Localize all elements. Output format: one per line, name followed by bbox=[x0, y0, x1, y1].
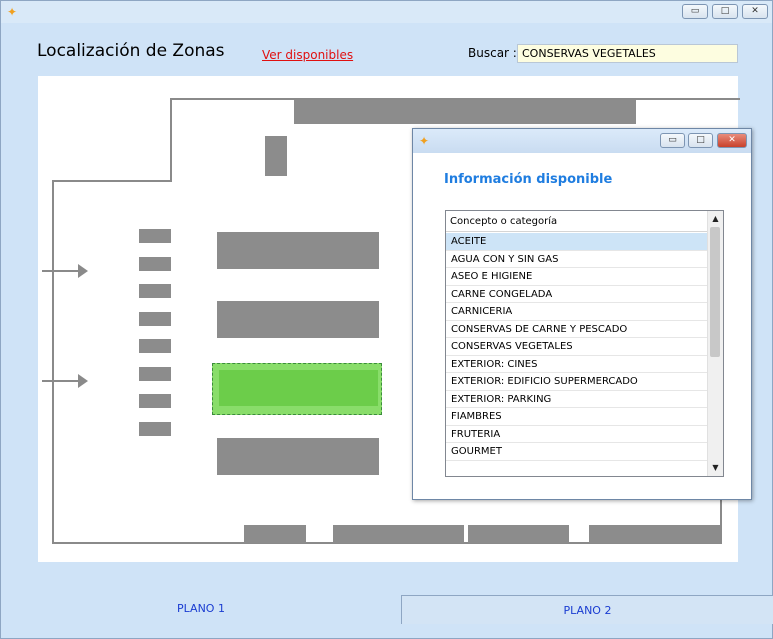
search-input[interactable] bbox=[517, 44, 738, 63]
list-item[interactable]: GOURMET bbox=[446, 443, 707, 461]
checkout-block[interactable] bbox=[139, 312, 171, 326]
list-item[interactable]: EXTERIOR: PARKING bbox=[446, 391, 707, 408]
ver-disponibles-link[interactable]: Ver disponibles bbox=[262, 48, 353, 62]
minimize-button[interactable]: ▭ bbox=[682, 4, 708, 19]
aisle-block[interactable] bbox=[217, 301, 379, 338]
popup-heading: Información disponible bbox=[444, 172, 613, 187]
list-item[interactable]: CARNICERIA bbox=[446, 303, 707, 321]
wall bbox=[52, 180, 172, 182]
logo-bird-icon: ✦ bbox=[419, 134, 430, 148]
tab-plano-1[interactable]: PLANO 1 bbox=[1, 593, 401, 624]
page-title: Localización de Zonas bbox=[37, 41, 225, 61]
wall bbox=[170, 98, 172, 182]
list-item[interactable]: CONSERVAS VEGETALES bbox=[446, 338, 707, 356]
list-column-header[interactable]: Concepto o categoría bbox=[446, 211, 707, 232]
list-rows: ACEITE AGUA CON Y SIN GAS ASEO E HIGIENE CA… bbox=[446, 233, 707, 461]
checkout-block[interactable] bbox=[139, 339, 171, 353]
maximize-button[interactable]: □ bbox=[712, 4, 738, 19]
list-item[interactable]: FRUTERIA bbox=[446, 426, 707, 443]
list-item[interactable]: ASEO E HIGIENE bbox=[446, 268, 707, 286]
entrance-arrow bbox=[42, 264, 88, 278]
popup-maximize-button[interactable]: □ bbox=[688, 133, 713, 148]
list-item[interactable]: ACEITE bbox=[446, 233, 707, 251]
main-window: ✦ ▭ □ ✕ Localización de Zonas Ver dispon… bbox=[0, 0, 773, 639]
entrance-arrow bbox=[42, 374, 88, 388]
wall bbox=[52, 180, 54, 544]
shelf-block[interactable] bbox=[333, 525, 464, 543]
wall bbox=[720, 496, 722, 544]
tab-plano-2[interactable]: PLANO 2 bbox=[401, 595, 773, 624]
list-item[interactable]: EXTERIOR: CINES bbox=[446, 356, 707, 373]
aisle-block[interactable] bbox=[217, 232, 379, 269]
list-item[interactable]: EXTERIOR: EDIFICIO SUPERMERCADO bbox=[446, 373, 707, 391]
logo-bird-icon: ✦ bbox=[7, 5, 18, 19]
checkout-block[interactable] bbox=[139, 394, 171, 408]
list-item[interactable]: CARNE CONGELADA bbox=[446, 286, 707, 303]
checkout-block[interactable] bbox=[139, 257, 171, 271]
highlighted-zone[interactable] bbox=[212, 363, 382, 415]
scroll-down-icon[interactable]: ▼ bbox=[709, 461, 722, 475]
shelf-block[interactable] bbox=[294, 100, 636, 124]
popup-close-button[interactable]: ✕ bbox=[717, 133, 747, 148]
checkout-block[interactable] bbox=[139, 229, 171, 243]
highlighted-zone-fill bbox=[219, 370, 378, 406]
list-item[interactable]: CONSERVAS DE CARNE Y PESCADO bbox=[446, 321, 707, 338]
popup-minimize-button[interactable]: ▭ bbox=[660, 133, 685, 148]
search-label: Buscar : bbox=[468, 46, 517, 60]
vertical-scrollbar[interactable]: ▲ ▼ bbox=[707, 211, 723, 476]
checkout-block[interactable] bbox=[139, 422, 171, 436]
checkout-block[interactable] bbox=[139, 367, 171, 381]
info-popup-window: ✦ ▭ □ ✕ Información disponible Concepto … bbox=[412, 128, 752, 500]
shelf-block[interactable] bbox=[244, 525, 306, 543]
scroll-thumb[interactable] bbox=[710, 227, 720, 357]
list-item[interactable]: AGUA CON Y SIN GAS bbox=[446, 251, 707, 268]
shelf-block[interactable] bbox=[589, 525, 720, 543]
checkout-block[interactable] bbox=[139, 284, 171, 298]
category-list[interactable]: Concepto o categoría ACEITE AGUA CON Y SI… bbox=[445, 210, 724, 477]
shelf-block[interactable] bbox=[265, 136, 287, 176]
close-button[interactable]: ✕ bbox=[742, 4, 768, 19]
scroll-up-icon[interactable]: ▲ bbox=[709, 212, 722, 226]
title-bar: ✦ ▭ □ ✕ bbox=[1, 1, 772, 23]
list-item[interactable]: FIAMBRES bbox=[446, 408, 707, 426]
aisle-block[interactable] bbox=[217, 438, 379, 475]
popup-title-bar: ✦ ▭ □ ✕ bbox=[413, 129, 751, 153]
shelf-block[interactable] bbox=[468, 525, 569, 543]
